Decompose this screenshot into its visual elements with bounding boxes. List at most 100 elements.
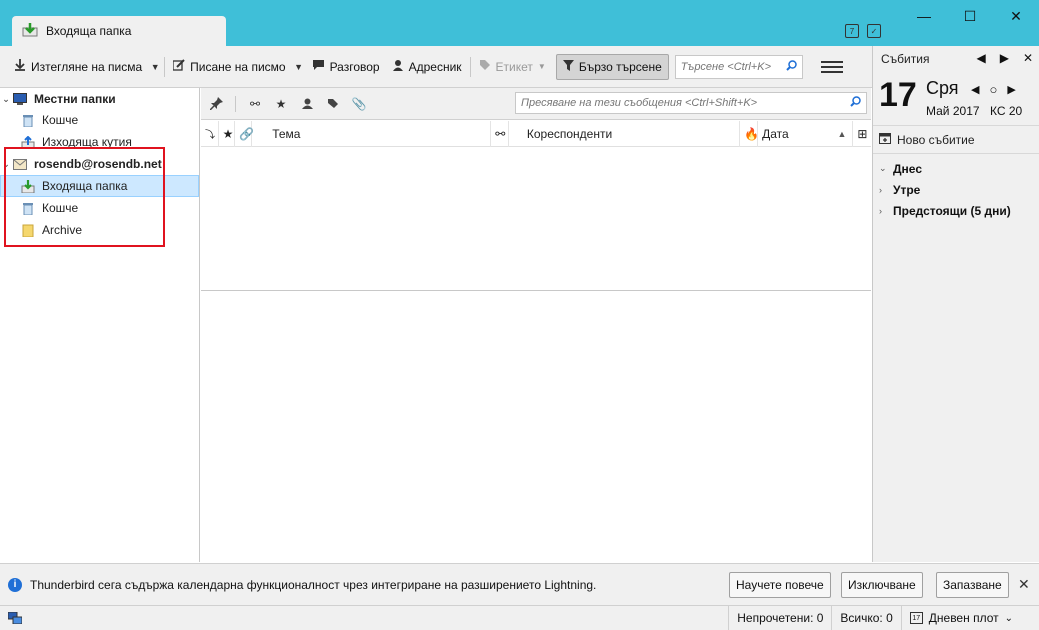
folder-local-trash[interactable]: Кошче <box>0 109 199 131</box>
today-icon[interactable]: ○ <box>989 82 997 97</box>
tag-icon <box>479 59 491 74</box>
new-event-icon <box>879 132 891 147</box>
month-year: Май 2017 <box>926 104 980 118</box>
chat-label: Разговор <box>329 59 380 74</box>
online-status-icon[interactable] <box>0 612 30 624</box>
folder-pane: ⌄ Местни папки Кошче Изходяща кутия ⌄ ro… <box>0 88 200 562</box>
new-event-label: Ново събитие <box>897 132 975 147</box>
tab-inbox[interactable]: Входяща папка <box>12 16 226 46</box>
quick-filter-label: Бързо търсене <box>578 59 662 74</box>
today-pane-title: Събития <box>881 52 930 66</box>
subject-column[interactable]: Тема <box>252 120 492 147</box>
thread-column-icon[interactable]: ⤵ <box>201 120 219 147</box>
message-filter-box[interactable] <box>515 92 867 114</box>
folder-label: Местни папки <box>34 92 116 106</box>
app-menu-button[interactable] <box>820 56 843 78</box>
agenda-list: ⌄ Днес › Утре › Предстоящи (5 дни) <box>873 154 1039 221</box>
day-pane-toggle[interactable]: 17 Дневен плот ⌄ <box>900 605 1039 630</box>
calendar-icon[interactable]: 7 <box>845 24 859 38</box>
thread-column-header: ⤵ ★ 🔗 Тема ⚯ Кореспонденти 🔥 Дата ▲ ⊞ <box>201 120 871 147</box>
next-day-icon[interactable]: ▶ <box>1007 83 1015 96</box>
close-window-button[interactable]: ✕ <box>993 0 1039 32</box>
search-icon[interactable] <box>850 96 861 110</box>
total-count: Всичко: 0 <box>831 605 900 630</box>
agenda-label: Днес <box>893 161 922 176</box>
disable-button[interactable]: Изключване <box>841 572 923 598</box>
new-event-button[interactable]: Ново събитие <box>873 126 1039 154</box>
sort-ascending-icon: ▲ <box>837 128 847 139</box>
write-label: Писане на писмо <box>190 59 286 74</box>
trash-icon <box>20 113 36 127</box>
contact-filter-icon[interactable] <box>300 97 314 111</box>
date-column[interactable]: Дата ▲ <box>758 120 854 147</box>
write-button[interactable]: Писане на писмо <box>167 54 291 80</box>
computer-icon <box>12 92 28 106</box>
separator <box>469 56 471 77</box>
star-icon[interactable]: ★ <box>274 97 288 111</box>
tag-icon[interactable] <box>326 97 340 111</box>
agenda-upcoming[interactable]: › Предстоящи (5 дни) <box>873 200 1039 221</box>
next-icon[interactable]: ▶ <box>1000 51 1009 65</box>
column-label: Кореспонденти <box>526 126 613 141</box>
unread-filter-icon[interactable]: ⚯ <box>248 97 262 111</box>
calendar-tab-icons: 7 ✓ <box>845 24 881 38</box>
read-column-icon[interactable]: ⚯ <box>491 120 509 147</box>
window-controls: — ☐ ✕ <box>901 0 1039 32</box>
tag-button[interactable]: Етикет ▼ <box>473 54 552 80</box>
person-icon <box>392 59 404 74</box>
quick-filter-button[interactable]: Бързо търсене <box>555 53 669 80</box>
get-mail-dropdown[interactable]: ▼ <box>148 54 162 80</box>
tasks-icon[interactable]: ✓ <box>867 24 881 38</box>
chevron-down-icon[interactable]: ⌄ <box>0 94 12 105</box>
star-column-icon[interactable]: ★ <box>219 120 236 147</box>
previous-icon[interactable]: ◀ <box>976 51 985 65</box>
agenda-label: Утре <box>893 182 921 197</box>
search-box[interactable] <box>674 54 803 79</box>
chevron-down-icon: ⌄ <box>879 163 887 173</box>
main-toolbar: Изтегляне на писма ▼ Писане на писмо ▼ Р… <box>0 46 872 88</box>
junk-column-icon[interactable]: 🔥 <box>740 120 759 147</box>
agenda-label: Предстоящи (5 дни) <box>893 203 1011 218</box>
get-mail-button[interactable]: Изтегляне на писма <box>8 54 148 80</box>
learn-more-button[interactable]: Научете повече <box>729 572 831 598</box>
chat-bubble-icon <box>312 59 325 74</box>
write-dropdown[interactable]: ▼ <box>292 54 306 80</box>
address-book-label: Адресник <box>408 59 462 74</box>
tab-label: Входяща папка <box>46 24 132 38</box>
agenda-today[interactable]: ⌄ Днес <box>873 158 1039 179</box>
correspondents-column[interactable]: Кореспонденти <box>509 120 741 147</box>
get-mail-label: Изтегляне на писма <box>31 59 143 74</box>
filter-icon <box>562 59 574 74</box>
column-label: Тема <box>272 126 301 141</box>
keep-button[interactable]: Запазване <box>936 572 1009 598</box>
folder-local-folders[interactable]: ⌄ Местни папки <box>0 88 199 110</box>
paperclip-icon[interactable]: 📎 <box>352 97 367 111</box>
quick-filter-bar: ⚯ ★ 📎 <box>201 88 871 120</box>
column-label: Дата <box>762 126 789 141</box>
notification-message: Thunderbird сега съдържа календарна функ… <box>30 577 597 592</box>
chevron-down-icon: ⌄ <box>1004 612 1013 624</box>
notification-bar: i Thunderbird сега съдържа календарна фу… <box>0 563 1039 605</box>
attachment-column-icon[interactable]: 🔗 <box>235 120 254 147</box>
chat-button[interactable]: Разговор <box>306 54 386 80</box>
download-icon <box>14 59 26 74</box>
search-icon[interactable] <box>786 59 797 74</box>
close-icon[interactable]: ✕ <box>1023 51 1033 65</box>
message-list[interactable] <box>201 147 871 291</box>
minimize-button[interactable]: — <box>901 0 947 32</box>
inbox-icon <box>22 22 38 40</box>
highlight-box <box>4 147 165 247</box>
pin-icon[interactable] <box>209 97 223 111</box>
search-input[interactable] <box>680 60 781 73</box>
previous-day-icon[interactable]: ◀ <box>971 83 979 96</box>
title-bar: Входяща папка 7 ✓ — ☐ ✕ <box>0 0 1039 46</box>
address-book-button[interactable]: Адресник <box>386 54 468 80</box>
close-icon[interactable]: ✕ <box>1018 576 1030 593</box>
agenda-tomorrow[interactable]: › Утре <box>873 179 1039 200</box>
message-filter-input[interactable] <box>521 97 841 109</box>
separator <box>235 95 236 112</box>
column-picker-icon[interactable]: ⊞ <box>853 121 871 147</box>
maximize-button[interactable]: ☐ <box>947 0 993 32</box>
info-icon: i <box>8 577 22 592</box>
today-date: 17 Сря ◀ ○ ▶ Май 2017 КС 20 <box>873 72 1039 126</box>
